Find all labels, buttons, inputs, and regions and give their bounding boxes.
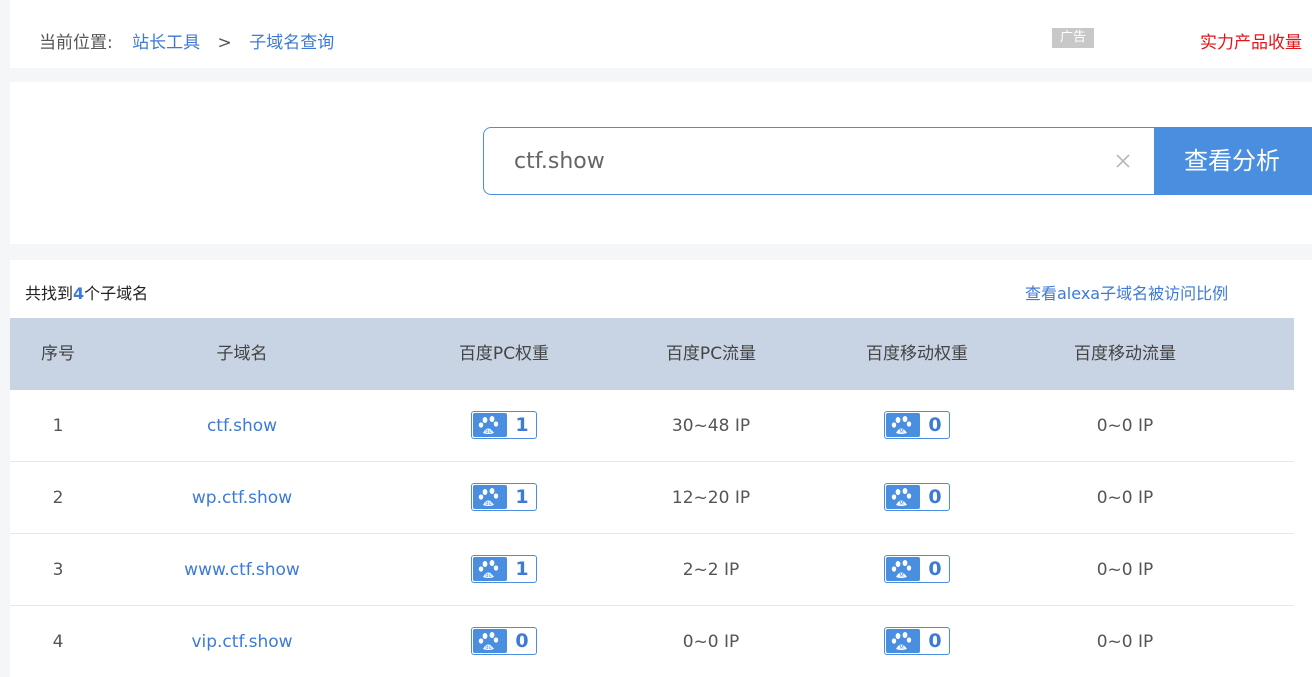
baidu-mobile-paw-icon: M — [886, 629, 920, 653]
pc-weight-value: 0 — [515, 630, 529, 652]
subdomain-link[interactable]: wp.ctf.show — [192, 462, 292, 534]
pc-weight-value: 1 — [515, 558, 529, 580]
breadcrumb-item-subdomain-query[interactable]: 子域名查询 — [249, 33, 334, 53]
mobile-weight-badge[interactable]: M0 — [884, 627, 950, 655]
search-input[interactable] — [514, 128, 1074, 194]
baidu-mobile-paw-icon: M — [886, 413, 920, 437]
row-index: 4 — [52, 632, 64, 652]
pc-weight-badge[interactable]: du 1 — [471, 411, 537, 439]
mobile-weight-badge[interactable]: M0 — [884, 483, 950, 511]
table-row: 4 vip.ctf.show du 0 0~0 IP M 0 0~0 IP — [10, 606, 1294, 677]
result-count: 共找到4个子域名 — [25, 280, 148, 304]
mobile-traffic: 0~0 IP — [1096, 632, 1154, 652]
close-icon[interactable] — [1112, 150, 1134, 172]
mobile-weight-badge[interactable]: M0 — [884, 555, 950, 583]
header-mobile-weight: 百度移动权重 — [866, 344, 968, 364]
header-subdomain: 子域名 — [216, 344, 268, 364]
pc-traffic: 0~0 IP — [682, 632, 740, 652]
analyze-button[interactable]: 查看分析 — [1154, 127, 1312, 195]
mobile-traffic: 0~0 IP — [1096, 488, 1154, 508]
svg-text:du: du — [485, 429, 491, 435]
search-panel: 查看分析 — [10, 82, 1312, 244]
header-mobile-traffic: 百度移动流量 — [1074, 344, 1176, 364]
row-index: 2 — [52, 488, 64, 508]
ad-link[interactable]: 实力产品收量 — [1200, 28, 1312, 53]
pc-traffic: 30~48 IP — [671, 416, 751, 436]
baidu-paw-icon: du — [473, 485, 507, 509]
svg-text:M: M — [899, 573, 903, 579]
svg-text:du: du — [485, 645, 491, 651]
results-panel: 共找到4个子域名 查看alexa子域名被访问比例 序号 子域名 百度PC权重 百… — [10, 260, 1312, 677]
pc-weight-value: 1 — [515, 414, 529, 436]
breadcrumb-label: 当前位置: — [39, 33, 113, 53]
mobile-weight-value: 0 — [928, 558, 942, 580]
mobile-weight-badge[interactable]: M0 — [884, 411, 950, 439]
svg-text:M: M — [899, 645, 903, 651]
result-count-prefix: 共找到 — [25, 284, 74, 303]
baidu-paw-icon: du — [473, 629, 507, 653]
header-index: 序号 — [41, 344, 75, 364]
search-box — [483, 127, 1165, 195]
row-index: 3 — [52, 560, 64, 580]
svg-text:M: M — [899, 501, 903, 507]
subdomain-link[interactable]: vip.ctf.show — [191, 606, 292, 677]
subdomain-link[interactable]: ctf.show — [207, 390, 277, 462]
breadcrumb-item-webmaster-tools[interactable]: 站长工具 — [132, 33, 200, 53]
mobile-traffic: 0~0 IP — [1096, 416, 1154, 436]
pc-weight-badge[interactable]: du 1 — [471, 483, 537, 511]
pc-traffic: 12~20 IP — [671, 488, 751, 508]
mobile-traffic: 0~0 IP — [1096, 560, 1154, 580]
svg-text:du: du — [485, 501, 491, 507]
mobile-weight-value: 0 — [928, 630, 942, 652]
mobile-weight-value: 0 — [928, 414, 942, 436]
result-count-number: 4 — [73, 284, 85, 303]
pc-weight-badge[interactable]: du 0 — [471, 627, 537, 655]
baidu-paw-icon: du — [473, 557, 507, 581]
baidu-paw-icon: du — [473, 413, 507, 437]
pc-weight-badge[interactable]: du 1 — [471, 555, 537, 583]
baidu-mobile-paw-icon: M — [886, 485, 920, 509]
baidu-mobile-paw-icon: M — [886, 557, 920, 581]
header-pc-traffic: 百度PC流量 — [665, 344, 757, 364]
breadcrumb-bar: 当前位置: 站长工具 > 子域名查询 广告 实力产品收量 — [10, 0, 1312, 68]
svg-text:M: M — [899, 429, 903, 435]
table-row: 2 wp.ctf.show du 1 12~20 IP M 0 0~0 IP — [10, 462, 1294, 534]
row-index: 1 — [52, 416, 64, 436]
result-count-suffix: 个子域名 — [84, 284, 149, 303]
breadcrumb-separator: > — [217, 33, 232, 53]
header-pc-weight: 百度PC权重 — [458, 344, 550, 364]
pc-weight-value: 1 — [515, 486, 529, 508]
svg-text:du: du — [485, 573, 491, 579]
mobile-weight-value: 0 — [928, 486, 942, 508]
breadcrumb: 当前位置: 站长工具 > 子域名查询 — [39, 28, 334, 53]
pc-traffic: 2~2 IP — [682, 560, 740, 580]
table-header: 序号 子域名 百度PC权重 百度PC流量 百度移动权重 百度移动流量 — [10, 318, 1294, 390]
table-row: 1 ctf.show du 1 30~48 IP M 0 0~0 IP — [10, 390, 1294, 462]
alexa-ratio-link[interactable]: 查看alexa子域名被访问比例 — [1025, 280, 1228, 304]
subdomain-link[interactable]: www.ctf.show — [184, 534, 300, 606]
ad-tag: 广告 — [1052, 28, 1094, 48]
table-row: 3 www.ctf.show du 1 2~2 IP M 0 0~0 IP — [10, 534, 1294, 606]
